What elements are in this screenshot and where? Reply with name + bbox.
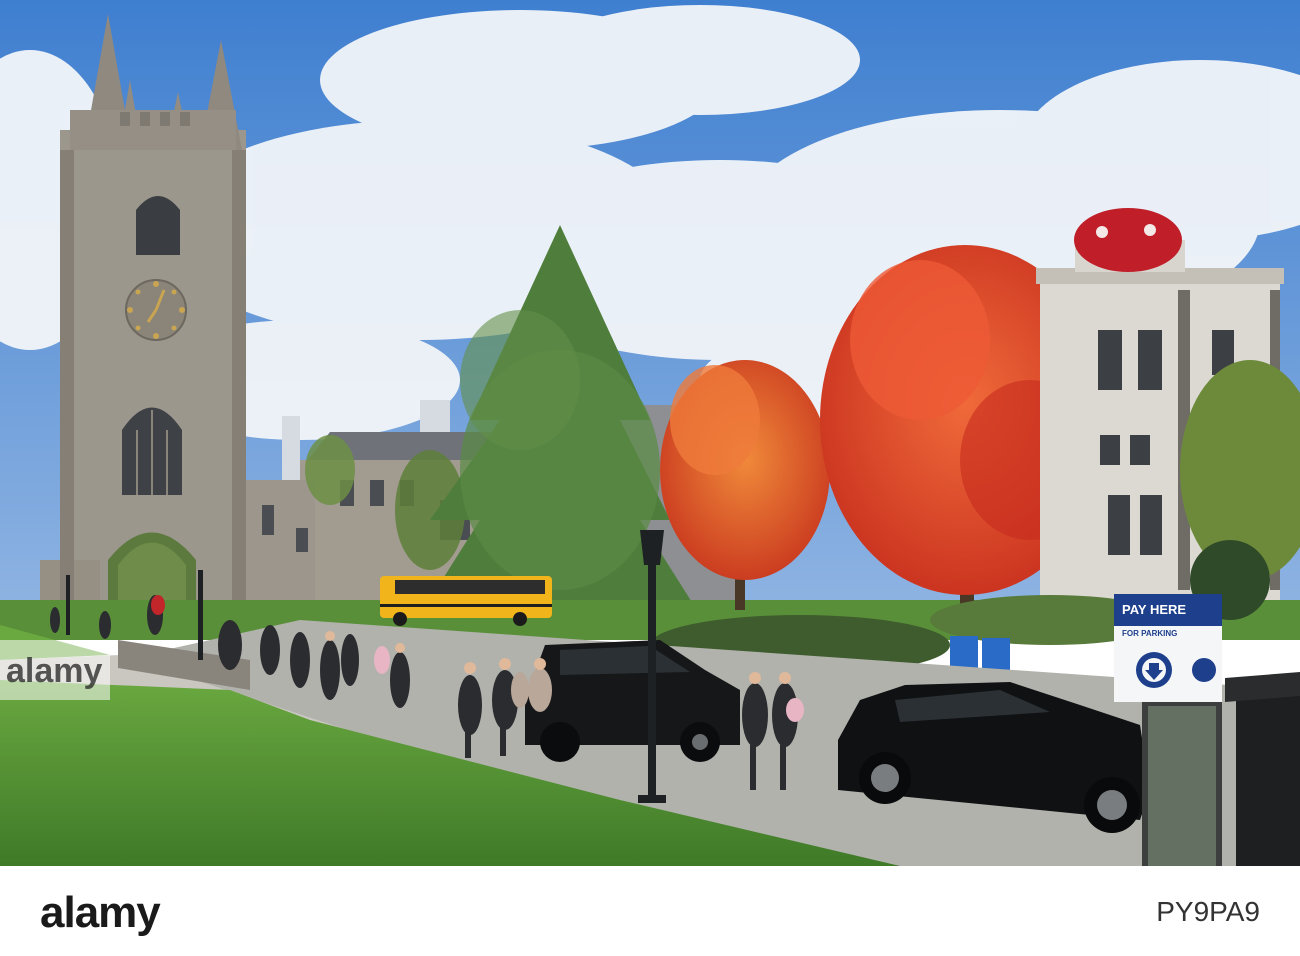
watermark-text: alamy [6,652,102,690]
campus-photo: PAY HERE FOR PARKING [0,0,1300,866]
image-id-label: PY9PA9 [1156,896,1260,927]
parking-sign-line2: FOR PARKING [1122,629,1177,638]
footer-bar: alamy PY9PA9 [0,866,1300,956]
parking-sign-line1: PAY HERE [1122,602,1186,617]
footer-logo: alamy [40,888,161,937]
alamy-watermark: alamy [0,640,110,700]
stock-photo-frame: PAY HERE FOR PARKING alamy alamy PY9PA9 [0,0,1300,956]
